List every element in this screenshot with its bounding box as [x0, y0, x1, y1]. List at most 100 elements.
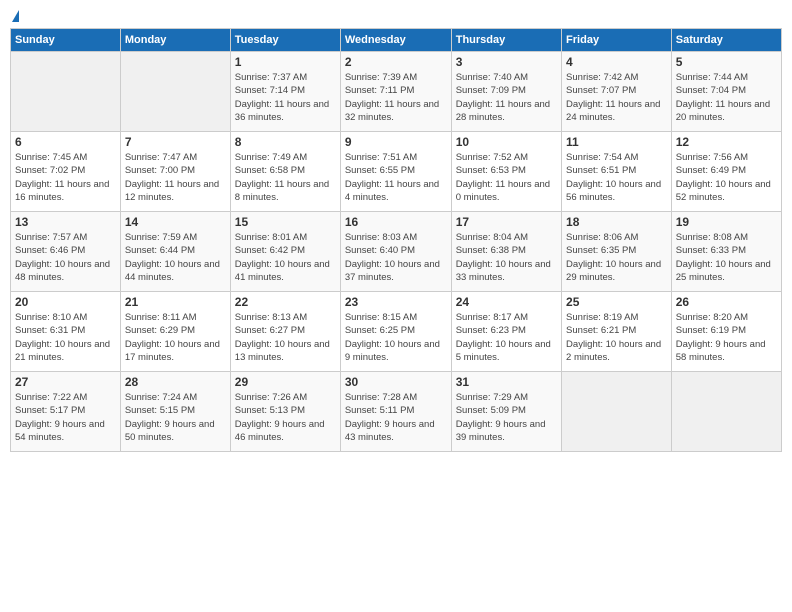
calendar-cell-w2d2: 15 Sunrise: 8:01 AM Sunset: 6:42 PM Dayli…	[230, 212, 340, 292]
day-detail: Sunrise: 7:39 AM Sunset: 7:11 PM Dayligh…	[345, 71, 447, 124]
day-detail: Sunrise: 7:59 AM Sunset: 6:44 PM Dayligh…	[125, 231, 226, 284]
day-detail: Sunrise: 8:13 AM Sunset: 6:27 PM Dayligh…	[235, 311, 336, 364]
calendar-cell-w4d2: 29 Sunrise: 7:26 AM Sunset: 5:13 PM Dayli…	[230, 372, 340, 452]
calendar-cell-w3d1: 21 Sunrise: 8:11 AM Sunset: 6:29 PM Dayli…	[120, 292, 230, 372]
calendar-cell-w1d1: 7 Sunrise: 7:47 AM Sunset: 7:00 PM Daylig…	[120, 132, 230, 212]
calendar-cell-w1d0: 6Sunrise: 7:45 AM Sunset: 7:02 PM Daylig…	[11, 132, 121, 212]
calendar-cell-w0d6: 5 Sunrise: 7:44 AM Sunset: 7:04 PM Daylig…	[671, 52, 781, 132]
day-number: 3	[456, 55, 557, 69]
calendar-cell-w3d3: 23 Sunrise: 8:15 AM Sunset: 6:25 PM Dayli…	[340, 292, 451, 372]
calendar-cell-w3d5: 25 Sunrise: 8:19 AM Sunset: 6:21 PM Dayli…	[562, 292, 672, 372]
day-header-saturday: Saturday	[671, 29, 781, 52]
day-number: 29	[235, 375, 336, 389]
day-detail: Sunrise: 7:26 AM Sunset: 5:13 PM Dayligh…	[235, 391, 336, 444]
calendar-table: SundayMondayTuesdayWednesdayThursdayFrid…	[10, 28, 782, 452]
day-number: 14	[125, 215, 226, 229]
day-detail: Sunrise: 8:06 AM Sunset: 6:35 PM Dayligh…	[566, 231, 667, 284]
calendar-cell-w3d6: 26 Sunrise: 8:20 AM Sunset: 6:19 PM Dayli…	[671, 292, 781, 372]
calendar-cell-w1d6: 12 Sunrise: 7:56 AM Sunset: 6:49 PM Dayli…	[671, 132, 781, 212]
calendar-cell-w4d1: 28Sunrise: 7:24 AM Sunset: 5:15 PM Dayli…	[120, 372, 230, 452]
day-detail: Sunrise: 7:22 AM Sunset: 5:17 PM Dayligh…	[15, 391, 116, 444]
day-detail: Sunrise: 8:15 AM Sunset: 6:25 PM Dayligh…	[345, 311, 447, 364]
day-number: 16	[345, 215, 447, 229]
day-number: 6	[15, 135, 116, 149]
day-number: 5	[676, 55, 777, 69]
day-detail: Sunrise: 8:19 AM Sunset: 6:21 PM Dayligh…	[566, 311, 667, 364]
day-header-tuesday: Tuesday	[230, 29, 340, 52]
calendar-cell-w4d6	[671, 372, 781, 452]
day-number: 9	[345, 135, 447, 149]
day-header-friday: Friday	[562, 29, 672, 52]
day-detail: Sunrise: 8:20 AM Sunset: 6:19 PM Dayligh…	[676, 311, 777, 364]
day-detail: Sunrise: 7:24 AM Sunset: 5:15 PM Dayligh…	[125, 391, 226, 444]
day-number: 27	[15, 375, 116, 389]
calendar-cell-w4d5	[562, 372, 672, 452]
calendar-cell-w3d0: 20Sunrise: 8:10 AM Sunset: 6:31 PM Dayli…	[11, 292, 121, 372]
calendar-cell-w0d3: 2 Sunrise: 7:39 AM Sunset: 7:11 PM Daylig…	[340, 52, 451, 132]
day-number: 30	[345, 375, 447, 389]
calendar-cell-w3d2: 22 Sunrise: 8:13 AM Sunset: 6:27 PM Dayli…	[230, 292, 340, 372]
day-detail: Sunrise: 7:44 AM Sunset: 7:04 PM Dayligh…	[676, 71, 777, 124]
day-detail: Sunrise: 7:42 AM Sunset: 7:07 PM Dayligh…	[566, 71, 667, 124]
calendar-cell-w4d0: 27 Sunrise: 7:22 AM Sunset: 5:17 PM Dayli…	[11, 372, 121, 452]
day-number: 1	[235, 55, 336, 69]
calendar-cell-w0d5: 4 Sunrise: 7:42 AM Sunset: 7:07 PM Daylig…	[562, 52, 672, 132]
day-detail: Sunrise: 7:28 AM Sunset: 5:11 PM Dayligh…	[345, 391, 447, 444]
calendar-cell-w0d4: 3 Sunrise: 7:40 AM Sunset: 7:09 PM Daylig…	[451, 52, 561, 132]
day-detail: Sunrise: 7:56 AM Sunset: 6:49 PM Dayligh…	[676, 151, 777, 204]
day-detail: Sunrise: 7:49 AM Sunset: 6:58 PM Dayligh…	[235, 151, 336, 204]
day-header-sunday: Sunday	[11, 29, 121, 52]
day-detail: Sunrise: 7:47 AM Sunset: 7:00 PM Dayligh…	[125, 151, 226, 204]
calendar-cell-w0d0	[11, 52, 121, 132]
day-number: 25	[566, 295, 667, 309]
day-header-thursday: Thursday	[451, 29, 561, 52]
calendar-cell-w3d4: 24 Sunrise: 8:17 AM Sunset: 6:23 PM Dayli…	[451, 292, 561, 372]
calendar-cell-w2d6: 19Sunrise: 8:08 AM Sunset: 6:33 PM Dayli…	[671, 212, 781, 292]
day-number: 23	[345, 295, 447, 309]
day-number: 8	[235, 135, 336, 149]
calendar-cell-w0d2: 1 Sunrise: 7:37 AM Sunset: 7:14 PM Daylig…	[230, 52, 340, 132]
day-detail: Sunrise: 8:17 AM Sunset: 6:23 PM Dayligh…	[456, 311, 557, 364]
day-detail: Sunrise: 8:11 AM Sunset: 6:29 PM Dayligh…	[125, 311, 226, 364]
day-number: 24	[456, 295, 557, 309]
day-number: 2	[345, 55, 447, 69]
calendar-cell-w1d4: 10 Sunrise: 7:52 AM Sunset: 6:53 PM Dayli…	[451, 132, 561, 212]
day-number: 15	[235, 215, 336, 229]
day-number: 11	[566, 135, 667, 149]
day-detail: Sunrise: 8:04 AM Sunset: 6:38 PM Dayligh…	[456, 231, 557, 284]
logo	[10, 10, 19, 22]
day-number: 21	[125, 295, 226, 309]
calendar-cell-w1d3: 9 Sunrise: 7:51 AM Sunset: 6:55 PM Daylig…	[340, 132, 451, 212]
calendar-cell-w2d5: 18 Sunrise: 8:06 AM Sunset: 6:35 PM Dayli…	[562, 212, 672, 292]
day-number: 22	[235, 295, 336, 309]
page-header	[10, 10, 782, 22]
day-number: 18	[566, 215, 667, 229]
day-number: 4	[566, 55, 667, 69]
calendar-cell-w2d0: 13 Sunrise: 7:57 AM Sunset: 6:46 PM Dayli…	[11, 212, 121, 292]
calendar-cell-w4d3: 30 Sunrise: 7:28 AM Sunset: 5:11 PM Dayli…	[340, 372, 451, 452]
day-number: 10	[456, 135, 557, 149]
calendar-cell-w2d4: 17 Sunrise: 8:04 AM Sunset: 6:38 PM Dayli…	[451, 212, 561, 292]
day-number: 20	[15, 295, 116, 309]
day-detail: Sunrise: 7:51 AM Sunset: 6:55 PM Dayligh…	[345, 151, 447, 204]
calendar-cell-w2d3: 16 Sunrise: 8:03 AM Sunset: 6:40 PM Dayli…	[340, 212, 451, 292]
day-detail: Sunrise: 8:03 AM Sunset: 6:40 PM Dayligh…	[345, 231, 447, 284]
day-detail: Sunrise: 7:52 AM Sunset: 6:53 PM Dayligh…	[456, 151, 557, 204]
calendar-cell-w1d2: 8 Sunrise: 7:49 AM Sunset: 6:58 PM Daylig…	[230, 132, 340, 212]
day-number: 7	[125, 135, 226, 149]
day-number: 13	[15, 215, 116, 229]
day-detail: Sunrise: 7:40 AM Sunset: 7:09 PM Dayligh…	[456, 71, 557, 124]
day-number: 26	[676, 295, 777, 309]
day-number: 12	[676, 135, 777, 149]
day-detail: Sunrise: 7:37 AM Sunset: 7:14 PM Dayligh…	[235, 71, 336, 124]
day-detail: Sunrise: 7:57 AM Sunset: 6:46 PM Dayligh…	[15, 231, 116, 284]
calendar-cell-w2d1: 14 Sunrise: 7:59 AM Sunset: 6:44 PM Dayli…	[120, 212, 230, 292]
logo-triangle-icon	[12, 10, 19, 22]
day-header-wednesday: Wednesday	[340, 29, 451, 52]
day-header-monday: Monday	[120, 29, 230, 52]
day-number: 17	[456, 215, 557, 229]
day-detail: Sunrise: 8:01 AM Sunset: 6:42 PM Dayligh…	[235, 231, 336, 284]
calendar-cell-w1d5: 11Sunrise: 7:54 AM Sunset: 6:51 PM Dayli…	[562, 132, 672, 212]
calendar-cell-w4d4: 31Sunrise: 7:29 AM Sunset: 5:09 PM Dayli…	[451, 372, 561, 452]
day-number: 19	[676, 215, 777, 229]
